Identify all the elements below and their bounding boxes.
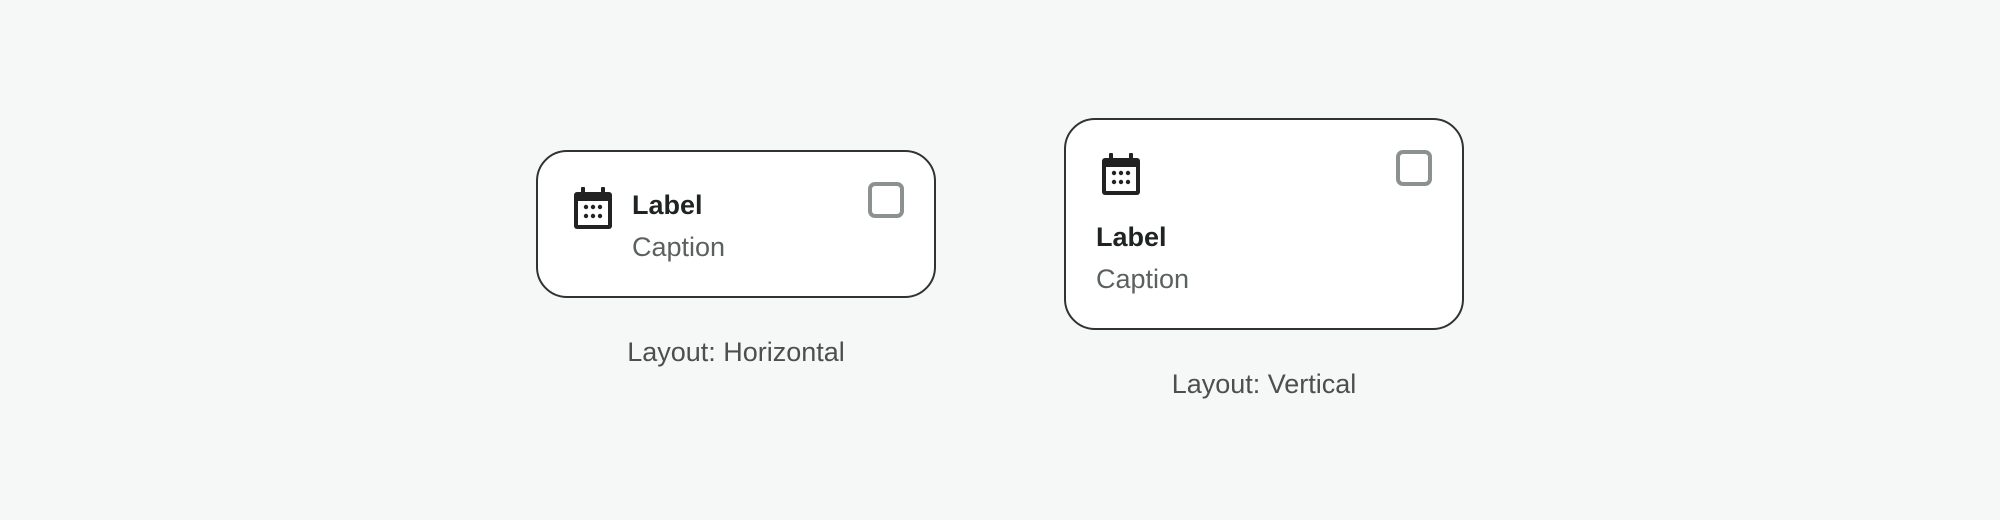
- layout-horizontal-caption: Layout: Horizontal: [627, 337, 845, 367]
- selection-card-vertical[interactable]: Label Caption: [1064, 118, 1464, 330]
- card-label: Label: [1096, 222, 1167, 252]
- selection-card-horizontal[interactable]: Label Caption: [536, 150, 936, 298]
- card-caption: Caption: [1096, 264, 1190, 294]
- card-checkbox[interactable]: [868, 182, 904, 218]
- card-caption: Caption: [632, 232, 726, 262]
- calendar-icon: [1102, 153, 1140, 195]
- card-checkbox[interactable]: [1396, 150, 1432, 186]
- layout-vertical-caption: Layout: Vertical: [1171, 369, 1357, 399]
- calendar-icon: [574, 187, 612, 229]
- card-label: Label: [632, 190, 703, 220]
